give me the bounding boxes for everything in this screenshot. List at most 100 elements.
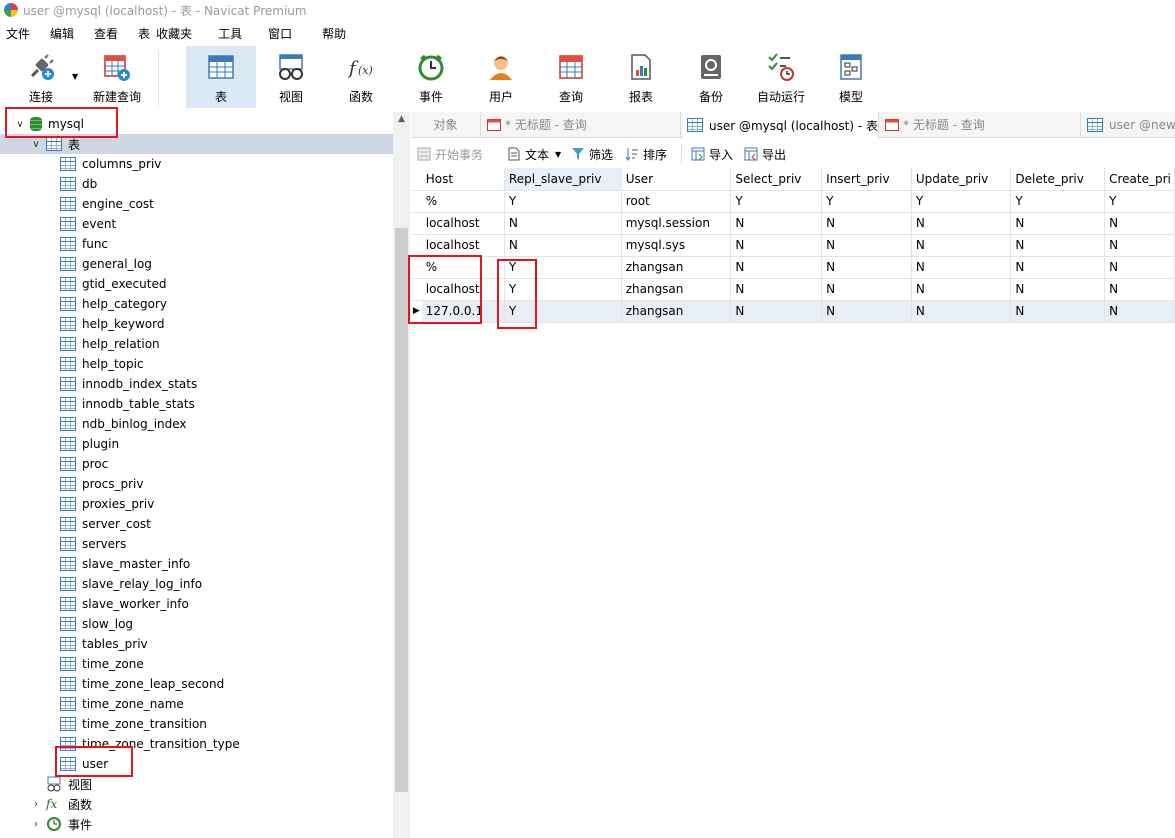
tree-table-item[interactable]: help_category — [0, 294, 393, 314]
table-cell[interactable]: N — [730, 300, 823, 323]
table-row[interactable]: localhost Nmysql.session N N N N N — [411, 212, 1175, 235]
query-button[interactable]: 查询 — [536, 46, 606, 108]
table-cell[interactable]: % — [421, 256, 505, 279]
tree-table-item[interactable]: innodb_index_stats — [0, 374, 393, 394]
tree-table-item[interactable]: servers — [0, 534, 393, 554]
column-header[interactable]: Repl_slave_priv — [504, 168, 622, 191]
model-button[interactable]: 模型 — [816, 46, 886, 108]
filter-button[interactable]: 筛选 — [571, 145, 613, 163]
tree-table-item[interactable]: slave_master_info — [0, 554, 393, 574]
table-cell[interactable]: N — [1010, 300, 1106, 323]
table-cell[interactable]: % — [421, 190, 505, 213]
tree-events-group[interactable]: › 事件 — [0, 814, 393, 834]
menu-table[interactable]: 表 — [124, 25, 156, 42]
new-query-button[interactable]: 新建查询 — [86, 46, 148, 108]
tree-table-item[interactable]: plugin — [0, 434, 393, 454]
table-cell[interactable]: zhangsan — [621, 300, 732, 323]
tree-db-mysql[interactable]: ∨ mysql — [0, 114, 393, 134]
begin-transaction-button[interactable]: 开始事务 — [417, 145, 483, 163]
tree-table-item[interactable]: slave_relay_log_info — [0, 574, 393, 594]
event-button[interactable]: 事件 — [396, 46, 466, 108]
table-row[interactable]: localhost Nmysql.sys N N N N N — [411, 234, 1175, 257]
tree-table-item[interactable]: time_zone — [0, 654, 393, 674]
tab-user-table[interactable]: user @mysql (localhost) - 表 — [683, 112, 879, 138]
tree-table-item[interactable]: time_zone_transition — [0, 714, 393, 734]
menu-file[interactable]: 文件 — [0, 25, 36, 42]
table-button[interactable]: 表 — [186, 46, 256, 108]
table-cell[interactable]: N — [821, 300, 912, 323]
table-cell[interactable]: N — [730, 256, 823, 279]
table-cell[interactable]: N — [1010, 256, 1106, 279]
tree-table-item[interactable]: proxies_priv — [0, 494, 393, 514]
table-cell[interactable]: N — [911, 300, 1012, 323]
menu-window[interactable]: 窗口 — [248, 25, 298, 42]
table-cell[interactable]: N — [1104, 300, 1175, 323]
table-row[interactable]: ▶ 127.0.0.1 Yzhangsan N N N N N — [411, 300, 1175, 323]
tree-table-item[interactable]: func — [0, 234, 393, 254]
table-cell[interactable]: N — [730, 212, 823, 235]
table-cell[interactable]: localhost — [421, 234, 505, 257]
automation-button[interactable]: 自动运行 — [746, 46, 816, 108]
table-cell[interactable]: N — [821, 278, 912, 301]
table-cell[interactable]: N — [730, 234, 823, 257]
table-row[interactable]: % Yroot Y Y Y Y Y — [411, 190, 1175, 213]
table-cell[interactable]: root — [621, 190, 732, 213]
table-cell[interactable]: N — [1010, 278, 1106, 301]
column-header[interactable]: Create_pri — [1104, 168, 1175, 191]
tree-table-item[interactable]: tables_priv — [0, 634, 393, 654]
table-cell[interactable]: N — [1010, 212, 1106, 235]
chevron-down-icon[interactable]: ∨ — [30, 139, 42, 150]
tree-table-item[interactable]: ndb_binlog_index — [0, 414, 393, 434]
tree-table-item[interactable]: help_topic — [0, 354, 393, 374]
scroll-up-icon[interactable]: ▲ — [393, 114, 410, 124]
column-header[interactable]: User — [621, 168, 732, 191]
column-header[interactable]: Delete_priv — [1010, 168, 1106, 191]
table-cell[interactable]: N — [911, 212, 1012, 235]
table-cell[interactable]: N — [1104, 234, 1175, 257]
table-cell[interactable]: mysql.sys — [621, 234, 732, 257]
function-button[interactable]: f (x) 函数 — [326, 46, 396, 108]
table-cell[interactable]: N — [504, 234, 622, 257]
text-button[interactable]: 文本 ▼ — [507, 145, 561, 163]
tree-table-item[interactable]: engine_cost — [0, 194, 393, 214]
table-row[interactable]: % Yzhangsan N N N N N — [411, 256, 1175, 279]
table-cell[interactable]: N — [821, 256, 912, 279]
menu-view[interactable]: 查看 — [80, 25, 124, 42]
table-cell[interactable]: N — [911, 234, 1012, 257]
tree-table-item[interactable]: innodb_table_stats — [0, 394, 393, 414]
tab-untitled-query-2[interactable]: * 无标题 - 查询 — [881, 112, 1081, 137]
menu-favorites[interactable]: 收藏夹 — [156, 25, 198, 42]
table-cell[interactable]: localhost — [421, 278, 505, 301]
table-cell[interactable]: N — [911, 278, 1012, 301]
chevron-right-icon[interactable]: › — [30, 819, 42, 830]
tree-tables-group[interactable]: ∨ 表 — [0, 134, 393, 154]
scrollbar-thumb[interactable] — [395, 228, 408, 792]
table-cell[interactable]: Y — [821, 190, 912, 213]
user-button[interactable]: 用户 — [466, 46, 536, 108]
tree-table-item[interactable]: event — [0, 214, 393, 234]
table-cell[interactable]: N — [504, 212, 622, 235]
sort-button[interactable]: 排序 — [625, 145, 667, 163]
column-header[interactable]: Select_priv — [730, 168, 823, 191]
tree-table-item[interactable]: time_zone_transition_type — [0, 734, 393, 754]
table-cell[interactable]: mysql.session — [621, 212, 732, 235]
table-cell[interactable]: Y — [911, 190, 1012, 213]
chevron-down-icon[interactable]: ▼ — [555, 150, 561, 159]
tree-table-item[interactable]: slave_worker_info — [0, 594, 393, 614]
backup-button[interactable]: 备份 — [676, 46, 746, 108]
table-cell[interactable]: N — [1104, 212, 1175, 235]
export-button[interactable]: 导出 — [744, 145, 786, 163]
navigator-scrollbar[interactable]: ▲ — [393, 112, 410, 838]
tree-table-item[interactable]: help_relation — [0, 334, 393, 354]
table-cell[interactable]: N — [821, 212, 912, 235]
table-cell[interactable]: 127.0.0.1 — [421, 300, 505, 323]
tree-table-item[interactable]: help_keyword — [0, 314, 393, 334]
table-cell[interactable]: Y — [730, 190, 823, 213]
table-row[interactable]: localhost Yzhangsan N N N N N — [411, 278, 1175, 301]
tab-objects[interactable]: 对象 — [411, 112, 481, 137]
table-cell[interactable]: N — [1010, 234, 1106, 257]
tree-table-item[interactable]: user — [0, 754, 393, 774]
import-button[interactable]: 导入 — [691, 145, 733, 163]
tree-views-group[interactable]: 视图 — [0, 774, 393, 794]
table-cell[interactable]: localhost — [421, 212, 505, 235]
